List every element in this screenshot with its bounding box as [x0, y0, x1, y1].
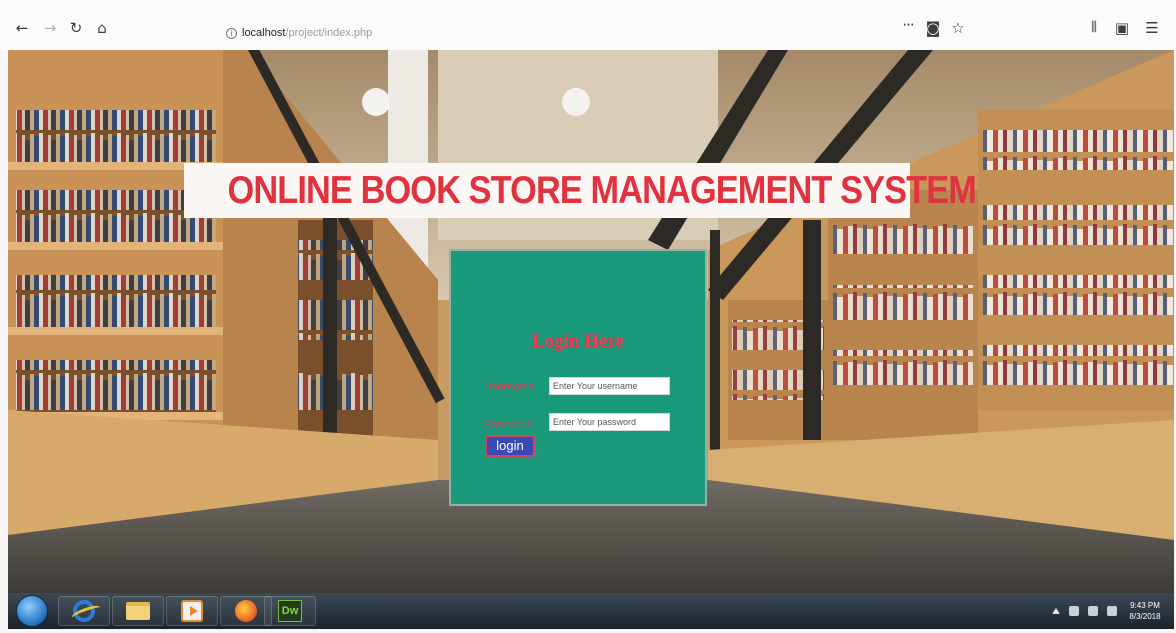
url-path: /project/index.php [285, 27, 373, 39]
hamburger-menu-icon[interactable]: ☰ [1142, 18, 1162, 38]
reload-icon[interactable]: ↻ [66, 18, 86, 38]
home-icon[interactable]: ⌂ [92, 18, 112, 38]
folder-icon [126, 602, 150, 620]
clock[interactable]: 9:43 PM 8/3/2018 [1126, 600, 1164, 622]
volume-icon[interactable] [1107, 606, 1117, 616]
username-label: Username [484, 381, 535, 393]
taskbar-app-media-player[interactable] [166, 596, 218, 626]
dreamweaver-icon: Dw [278, 600, 302, 622]
clock-date: 8/3/2018 [1129, 612, 1161, 621]
address-bar[interactable]: i localhost/project/index.php [226, 24, 372, 42]
browser-toolbar: ← → ↻ ⌂ i localhost/project/index.php ··… [0, 0, 1176, 50]
web-page: ONLINE BOOK STORE MANAGEMENT SYSTEM Logi… [8, 50, 1174, 593]
site-title: ONLINE BOOK STORE MANAGEMENT SYSTEM [227, 169, 977, 212]
url-host: localhost [242, 27, 286, 39]
bookmark-star-icon[interactable]: ☆ [948, 18, 968, 38]
taskbar-app-explorer[interactable] [112, 596, 164, 626]
login-heading: Login Here [531, 331, 624, 352]
taskbar-app-internet-explorer[interactable] [58, 596, 110, 626]
username-input[interactable] [549, 377, 670, 395]
login-button[interactable]: login [485, 435, 535, 457]
site-banner: ONLINE BOOK STORE MANAGEMENT SYSTEM [184, 163, 977, 218]
page-actions-menu-icon[interactable]: ··· [898, 15, 918, 35]
screen: ← → ↻ ⌂ i localhost/project/index.php ··… [0, 0, 1176, 633]
password-input[interactable] [549, 413, 670, 431]
taskbar-app-dreamweaver[interactable]: Dw [264, 596, 316, 626]
clock-time: 9:43 PM [1130, 601, 1160, 610]
system-tray: 9:43 PM 8/3/2018 [1052, 593, 1164, 629]
sidebar-icon[interactable]: ▣ [1112, 18, 1132, 38]
start-button[interactable] [16, 595, 48, 627]
library-icon[interactable]: ⫼ [1084, 18, 1104, 38]
internet-explorer-icon [73, 600, 95, 622]
network-flag-icon[interactable] [1069, 606, 1079, 616]
forward-arrow-icon[interactable]: → [40, 18, 60, 38]
network-icon[interactable] [1088, 606, 1098, 616]
page-info-icon[interactable]: i [226, 27, 237, 39]
pocket-icon[interactable]: ◙ [923, 18, 943, 38]
show-hidden-icons-icon[interactable] [1052, 608, 1060, 614]
back-arrow-icon[interactable]: ← [12, 18, 32, 38]
firefox-icon [235, 600, 257, 622]
login-panel: Login Here Username Password login [449, 249, 707, 506]
media-player-icon [181, 600, 203, 622]
password-label: Password [484, 419, 533, 431]
taskbar: Dw 9:43 PM 8/3/2018 [8, 593, 1174, 629]
